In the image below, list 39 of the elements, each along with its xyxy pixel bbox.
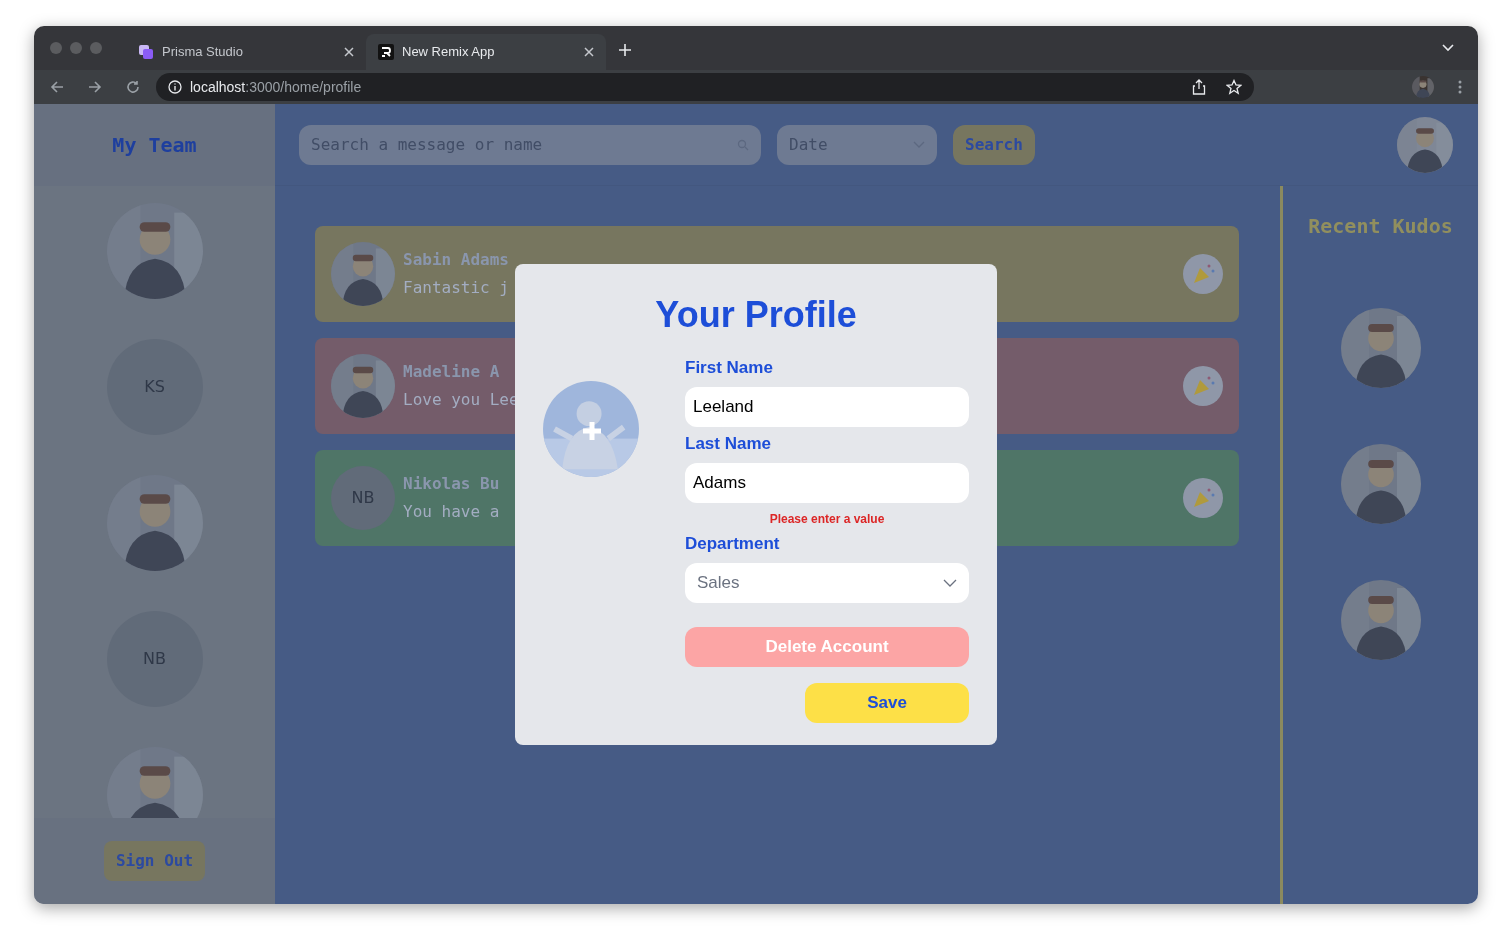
field-label: Last Name <box>685 433 772 455</box>
emoji-icon <box>1183 478 1223 518</box>
kudos-author: Nikolas Bu <box>403 473 501 495</box>
field-label: First Name <box>685 357 774 379</box>
url-text: localhost:3000/home/profile <box>190 77 363 97</box>
department-select[interactable]: Sales <box>685 563 969 603</box>
text-field[interactable]: Adams <box>685 463 969 503</box>
reload-icon[interactable] <box>126 80 140 94</box>
kudos-author: Sabin Adams <box>403 249 510 271</box>
kudos-message: Fantastic j <box>403 277 510 299</box>
plus-icon[interactable] <box>618 43 632 57</box>
info-icon <box>168 80 182 94</box>
field-label: Department <box>685 533 781 555</box>
address-bar[interactable]: localhost:3000/home/profile <box>156 73 1254 101</box>
close-icon[interactable] <box>344 47 354 57</box>
sidebar-title: My Team <box>112 132 197 159</box>
kudos-message: You have a <box>403 501 501 523</box>
chevron-down-icon <box>943 579 957 587</box>
text-field[interactable]: Leeland <box>685 387 969 427</box>
star-icon[interactable] <box>1226 79 1242 95</box>
chevron-down-icon[interactable] <box>1442 44 1454 52</box>
emoji-icon <box>1183 254 1223 294</box>
browser-tab[interactable]: Prisma Studio <box>126 34 366 70</box>
forward-arrow-icon[interactable] <box>88 80 102 94</box>
more-icon[interactable] <box>1458 80 1462 94</box>
r-logo-icon <box>378 44 394 60</box>
squares-icon <box>138 44 154 60</box>
dialog-title: Your Profile <box>655 293 857 337</box>
emoji-icon <box>1183 366 1223 406</box>
share-icon[interactable] <box>1192 79 1206 95</box>
back-arrow-icon[interactable] <box>50 80 64 94</box>
save-button[interactable]: Save <box>805 683 969 723</box>
tab-title: New Remix App <box>402 43 496 62</box>
browser-tab[interactable]: New Remix App <box>366 34 606 70</box>
kudos-author: Madeline A <box>403 361 501 383</box>
recent-kudos-title: Recent Kudos <box>1308 213 1453 240</box>
tab-title: Prisma Studio <box>162 43 244 62</box>
error-message: Please enter a value <box>768 511 886 527</box>
close-icon[interactable] <box>584 47 594 57</box>
